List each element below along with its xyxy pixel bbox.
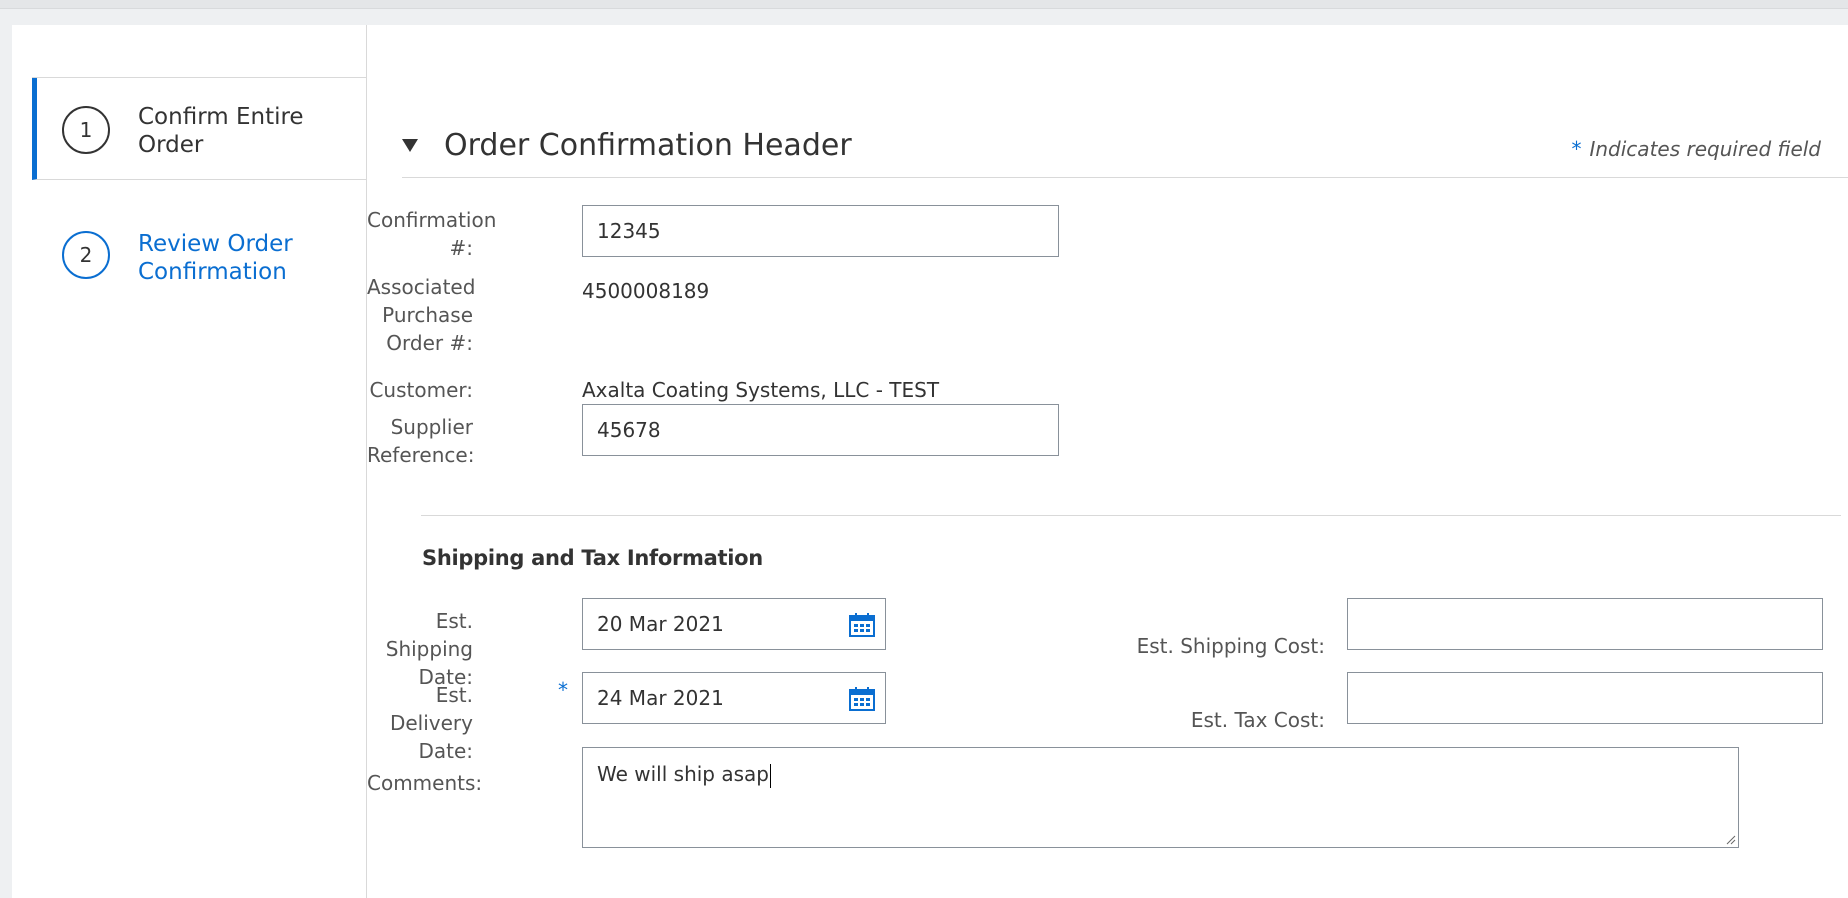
purchase-order-value: 4500008189 bbox=[582, 279, 710, 303]
supplier-reference-label: Supplier Reference: bbox=[367, 415, 475, 467]
step-number-2: 2 bbox=[62, 231, 110, 279]
section-divider bbox=[421, 515, 1841, 516]
required-star: * bbox=[1571, 137, 1582, 161]
sidebar-header bbox=[32, 25, 366, 78]
text-cursor bbox=[769, 763, 771, 788]
step-number-1: 1 bbox=[62, 106, 110, 154]
shipping-date-input[interactable]: 20 Mar 2021 bbox=[582, 598, 886, 650]
step-label-2[interactable]: Review Order Confirmation bbox=[138, 230, 348, 286]
collapse-triangle-icon[interactable] bbox=[402, 139, 418, 152]
calendar-icon[interactable] bbox=[849, 687, 875, 711]
delivery-date-label: Est. Delivery Date: bbox=[389, 683, 473, 763]
customer-value: Axalta Coating Systems, LLC - TEST bbox=[582, 378, 940, 402]
delivery-date-value: 24 Mar 2021 bbox=[597, 686, 724, 710]
wizard-step-confirm-entire-order[interactable]: 1 Confirm Entire Order bbox=[32, 78, 366, 180]
step-label-1: Confirm Entire Order bbox=[138, 104, 304, 158]
comments-value: We will ship asap bbox=[597, 762, 769, 786]
section-header: Order Confirmation Header * Indicates req… bbox=[402, 117, 1848, 178]
shipping-cost-label: Est. Shipping Cost: bbox=[1136, 634, 1325, 658]
top-bar bbox=[0, 0, 1848, 9]
shipping-cost-input[interactable] bbox=[1347, 598, 1823, 650]
shipping-date-value: 20 Mar 2021 bbox=[597, 612, 724, 636]
delivery-date-input[interactable]: 24 Mar 2021 bbox=[582, 672, 886, 724]
resize-grip-icon[interactable] bbox=[1724, 833, 1736, 845]
purchase-order-label: Associated Purchase Order #: bbox=[367, 275, 476, 355]
calendar-icon[interactable] bbox=[849, 613, 875, 637]
required-note-text: Indicates required field bbox=[1589, 137, 1821, 161]
wizard-step-review-order-confirmation[interactable]: 2 Review Order Confirmation bbox=[32, 181, 366, 286]
supplier-reference-input[interactable]: 45678 bbox=[582, 404, 1059, 456]
required-field-note: * Indicates required field bbox=[1571, 137, 1821, 161]
confirmation-number-input[interactable]: 12345 bbox=[582, 205, 1059, 257]
tax-cost-label: Est. Tax Cost: bbox=[1190, 708, 1325, 732]
shipping-tax-title: Shipping and Tax Information bbox=[422, 546, 763, 570]
delivery-required-star: * bbox=[558, 678, 568, 702]
section-title: Order Confirmation Header bbox=[444, 128, 852, 163]
confirmation-label: Confirmation #: bbox=[367, 208, 497, 260]
wizard-sidebar: 1 Confirm Entire Order 2 Review Order Co… bbox=[32, 25, 367, 898]
comments-textarea[interactable]: We will ship asap bbox=[582, 747, 1739, 848]
tax-cost-input[interactable] bbox=[1347, 672, 1823, 724]
customer-label: Customer: bbox=[369, 378, 473, 402]
comments-label: Comments: bbox=[367, 771, 483, 795]
shipping-date-label: Est. Shipping Date: bbox=[385, 609, 473, 689]
main-content: Order Confirmation Header * Indicates req… bbox=[367, 25, 1848, 898]
